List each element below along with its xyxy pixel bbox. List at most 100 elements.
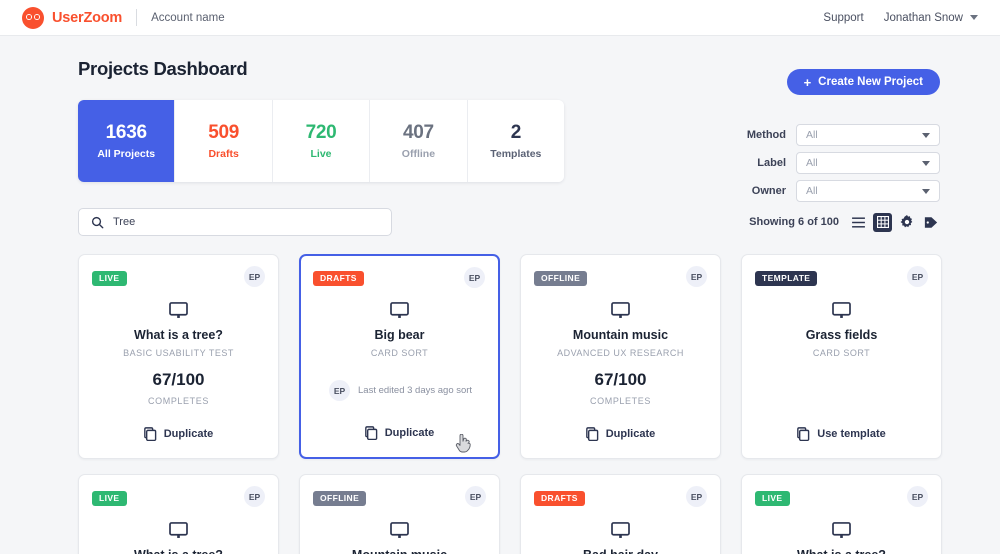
stat-value: 407 [403, 122, 434, 144]
project-title: Mountain music [534, 328, 707, 342]
label-select-value: All [806, 157, 818, 169]
search-input[interactable]: Tree [78, 208, 392, 236]
project-title: What is a tree? [92, 548, 265, 554]
project-card[interactable]: OFFLINE EP Mountain music ADVANCED UX RE… [520, 254, 721, 459]
monitor-icon [169, 522, 188, 539]
project-title: Mountain music [313, 548, 486, 554]
status-badge: TEMPLATE [755, 271, 817, 286]
filter-row-method: Method All [747, 124, 940, 146]
stat-card-drafts[interactable]: 509 Drafts [175, 100, 272, 182]
project-method: ADVANCED UX RESEARCH [534, 348, 707, 358]
brand-logo[interactable]: UserZoom [22, 7, 122, 29]
avatar: EP [907, 486, 928, 507]
duplicate-button[interactable]: Duplicate [521, 427, 720, 441]
monitor-icon [832, 302, 851, 319]
duplicate-button[interactable]: Duplicate [301, 426, 498, 440]
avatar: EP [464, 267, 485, 288]
project-title: Grass fields [755, 328, 928, 342]
chevron-down-icon [922, 161, 930, 166]
monitor-icon [832, 522, 851, 539]
account-name: Account name [151, 12, 225, 24]
stat-label: Drafts [208, 148, 238, 160]
avatar: EP [465, 486, 486, 507]
project-card-selected[interactable]: DRAFTS EP Big bear CARD SORT EP Last edi… [299, 254, 500, 459]
status-badge: OFFLINE [534, 271, 587, 286]
stat-card-templates[interactable]: 2 Templates [468, 100, 564, 182]
filter-label-label: Label [757, 157, 786, 169]
monitor-icon [611, 302, 630, 319]
duplicate-button[interactable]: Duplicate [79, 427, 278, 441]
project-title: Bad hair day [534, 548, 707, 554]
project-card[interactable]: DRAFTS EP Bad hair day [520, 474, 721, 554]
tag-icon[interactable] [921, 213, 940, 232]
user-menu[interactable]: Jonathan Snow [884, 12, 978, 24]
monitor-icon [611, 522, 630, 539]
avatar: EP [329, 380, 350, 401]
header-divider [136, 9, 137, 26]
grid-view-icon[interactable] [873, 213, 892, 232]
stat-card-live[interactable]: 720 Live [273, 100, 370, 182]
top-navigation-bar: UserZoom Account name Support Jonathan S… [0, 0, 1000, 36]
project-card[interactable]: LIVE EP What is a tree? BASIC USABILITY … [78, 254, 279, 459]
duplicate-label: Duplicate [164, 428, 214, 440]
search-and-view-row: Tree Showing 6 of 100 [78, 208, 940, 236]
create-new-project-label: Create New Project [818, 76, 923, 88]
stat-label: Templates [490, 148, 541, 160]
use-template-button[interactable]: Use template [742, 427, 941, 441]
owner-select-value: All [806, 185, 818, 197]
stat-value: 720 [306, 122, 337, 144]
duplicate-icon [365, 426, 378, 440]
filter-label-method: Method [747, 129, 786, 141]
use-template-label: Use template [817, 428, 885, 440]
stat-label: Live [311, 148, 332, 160]
projects-grid: LIVE EP What is a tree? BASIC USABILITY … [78, 254, 940, 459]
monitor-icon [390, 302, 409, 319]
project-method: BASIC USABILITY TEST [92, 348, 265, 358]
label-select[interactable]: All [796, 152, 940, 174]
avatar: EP [244, 266, 265, 287]
stat-label: Offline [402, 148, 435, 160]
monitor-icon [390, 522, 409, 539]
last-edited-text: Last edited 3 days ago sort [358, 385, 472, 396]
project-card[interactable]: TEMPLATE EP Grass fields CARD SORT Use t… [741, 254, 942, 459]
stat-label: All Projects [97, 148, 155, 160]
plus-icon: + [804, 76, 812, 89]
avatar: EP [686, 486, 707, 507]
filter-row-owner: Owner All [747, 180, 940, 202]
method-select-value: All [806, 129, 818, 141]
stat-card-all-projects[interactable]: 1636 All Projects [78, 100, 175, 182]
project-method: CARD SORT [313, 348, 486, 358]
duplicate-icon [797, 427, 810, 441]
duplicate-icon [144, 427, 157, 441]
filter-panel: Method All Label All Owner All [747, 124, 940, 208]
search-icon [91, 216, 104, 229]
project-title: Big bear [313, 328, 486, 342]
project-score-label: COMPLETES [92, 396, 265, 406]
status-badge: LIVE [755, 491, 790, 506]
filter-label-owner: Owner [752, 185, 786, 197]
list-view-icon[interactable] [849, 213, 868, 232]
userzoom-owl-icon [22, 7, 44, 29]
chevron-down-icon [922, 133, 930, 138]
project-card[interactable]: LIVE EP What is a tree? [78, 474, 279, 554]
project-card[interactable]: OFFLINE EP Mountain music [299, 474, 500, 554]
stat-value: 2 [511, 122, 521, 144]
status-badge: LIVE [92, 271, 127, 286]
project-method: CARD SORT [755, 348, 928, 358]
projects-grid-row-2: LIVE EP What is a tree? OFFLINE EP Mount… [78, 474, 940, 554]
search-input-value: Tree [113, 216, 135, 228]
stat-value: 1636 [106, 122, 147, 144]
project-status-filters: 1636 All Projects 509 Drafts 720 Live 40… [78, 100, 564, 182]
support-link[interactable]: Support [823, 12, 863, 24]
avatar: EP [907, 266, 928, 287]
filter-row-label: Label All [747, 152, 940, 174]
stat-card-offline[interactable]: 407 Offline [370, 100, 467, 182]
gear-icon[interactable] [897, 213, 916, 232]
stat-value: 509 [208, 122, 239, 144]
create-new-project-button[interactable]: + Create New Project [787, 69, 940, 95]
owner-select[interactable]: All [796, 180, 940, 202]
avatar: EP [244, 486, 265, 507]
project-card[interactable]: LIVE EP What is a tree? [741, 474, 942, 554]
method-select[interactable]: All [796, 124, 940, 146]
dashboard-page: Projects Dashboard + Create New Project … [0, 36, 1000, 554]
